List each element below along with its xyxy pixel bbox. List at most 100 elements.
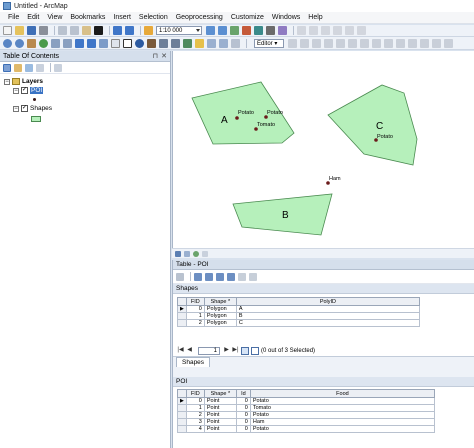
row-selector[interactable] — [177, 312, 187, 320]
table-cell[interactable]: A — [235, 305, 421, 313]
show-selected-records-icon[interactable] — [251, 346, 259, 355]
menu-view[interactable]: View — [43, 14, 66, 21]
table-row[interactable]: 4 Point 0 Potato — [177, 425, 436, 433]
table-cell[interactable]: 0 — [235, 425, 251, 433]
table-cell[interactable]: 2 — [185, 319, 205, 327]
table-row[interactable]: 1 Polygon B — [177, 312, 421, 320]
map-scale-combo[interactable]: 1:10 000 — [156, 26, 202, 35]
list-by-drawing-order-icon[interactable] — [3, 63, 11, 72]
clear-selection-icon[interactable] — [111, 38, 120, 48]
trace-icon[interactable] — [336, 38, 346, 48]
pin-icon[interactable]: ⊓ — [153, 52, 158, 60]
table-cell[interactable]: 0 — [235, 397, 251, 405]
layout-tool-icon[interactable] — [309, 26, 318, 35]
time-slider-icon[interactable] — [219, 38, 228, 48]
shapes-symbol[interactable] — [31, 114, 41, 123]
identify-icon[interactable] — [135, 38, 144, 48]
go-to-xy-icon[interactable] — [171, 38, 180, 48]
layer-name[interactable]: Shapes — [30, 105, 52, 112]
add-data-icon[interactable] — [144, 26, 153, 35]
cut-polygon-icon[interactable] — [384, 38, 394, 48]
editor-toolbar-icon[interactable] — [206, 26, 215, 35]
cut-icon[interactable] — [58, 26, 67, 35]
layout-view-icon[interactable] — [184, 250, 190, 257]
pause-drawing-icon[interactable] — [202, 250, 208, 257]
poi-point[interactable]: Ham — [326, 176, 341, 185]
column-header[interactable]: Id — [235, 389, 251, 398]
first-record-icon[interactable]: |◀ — [177, 347, 184, 354]
undo-icon[interactable] — [113, 26, 122, 35]
current-row-indicator[interactable]: ▶ — [177, 305, 187, 313]
menu-file[interactable]: File — [4, 14, 23, 21]
fixed-zoom-in-icon[interactable] — [51, 38, 60, 48]
menu-geoprocessing[interactable]: Geoprocessing — [172, 14, 227, 21]
menu-windows[interactable]: Windows — [268, 14, 304, 21]
create-viewer-icon[interactable] — [231, 38, 240, 48]
layer-name[interactable]: POI — [30, 87, 44, 94]
table-cell[interactable]: 0 — [185, 397, 205, 405]
table-row[interactable]: 2 Point 0 Potato — [177, 411, 436, 419]
column-header[interactable]: Shape * — [203, 389, 237, 398]
table-row[interactable]: 1 Point 0 Tomato — [177, 404, 436, 412]
paste-icon[interactable] — [82, 26, 91, 35]
table-cell[interactable]: C — [235, 319, 421, 327]
table-cell[interactable]: 3 — [185, 418, 205, 426]
current-row-indicator[interactable]: ▶ — [177, 397, 187, 405]
clear-selection-icon[interactable] — [227, 272, 235, 281]
table-cell[interactable]: Point — [203, 397, 237, 405]
table-cell[interactable]: 1 — [185, 312, 205, 320]
layer-visibility-checkbox[interactable]: ✓ — [21, 105, 28, 112]
table-cell[interactable]: B — [235, 312, 421, 320]
table-cell[interactable]: Point — [203, 425, 237, 433]
table-row[interactable]: 2 Polygon C — [177, 319, 421, 327]
html-popup-icon[interactable] — [207, 38, 216, 48]
polygon-b[interactable]: B — [232, 193, 333, 236]
menu-edit[interactable]: Edit — [23, 14, 43, 21]
table-cell[interactable]: 4 — [185, 425, 205, 433]
straight-segment-icon[interactable] — [312, 38, 322, 48]
menu-selection[interactable]: Selection — [135, 14, 172, 21]
point-tool-icon[interactable] — [348, 38, 358, 48]
layout-tool-icon[interactable] — [333, 26, 342, 35]
list-by-source-icon[interactable] — [14, 63, 22, 72]
menu-bookmarks[interactable]: Bookmarks — [66, 14, 109, 21]
table-cell[interactable]: Potato — [249, 397, 436, 405]
table-cell[interactable]: 0 — [235, 418, 251, 426]
current-record-input[interactable]: 1 — [198, 346, 220, 355]
map-view[interactable]: A C B Potato Potato Tomato Potato Ham — [172, 51, 474, 248]
column-header[interactable]: Food — [249, 389, 436, 398]
table-cell[interactable]: Polygon — [203, 319, 237, 327]
table-cell[interactable]: 0 — [185, 305, 205, 313]
table-row[interactable]: ▶ 0 Polygon A — [177, 305, 421, 313]
previous-record-icon[interactable]: ◀ — [186, 347, 193, 354]
full-extent-icon[interactable] — [39, 38, 48, 48]
row-selector[interactable] — [177, 425, 187, 433]
table-cell[interactable]: Tomato — [249, 404, 436, 412]
table-cell[interactable]: 1 — [185, 404, 205, 412]
open-folder-icon[interactable] — [15, 26, 24, 35]
search-window-icon[interactable] — [242, 26, 251, 35]
find-icon[interactable] — [147, 38, 156, 48]
editor-menu-button[interactable]: Editor ▾ — [254, 38, 285, 48]
close-icon[interactable]: ✕ — [161, 52, 167, 60]
row-selector[interactable] — [177, 411, 187, 419]
select-by-attributes-icon[interactable] — [205, 272, 213, 281]
split-icon[interactable] — [396, 38, 406, 48]
python-window-icon[interactable] — [266, 26, 275, 35]
table-cell[interactable]: Point — [203, 418, 237, 426]
menu-insert[interactable]: Insert — [109, 14, 135, 21]
table-cell[interactable]: Potato — [249, 425, 436, 433]
find-route-icon[interactable] — [159, 38, 168, 48]
edit-annotation-icon[interactable] — [300, 38, 310, 48]
table-cell[interactable]: 0 — [235, 411, 251, 419]
list-by-visibility-icon[interactable] — [25, 63, 33, 72]
row-selector[interactable] — [177, 319, 187, 327]
toc-options-icon[interactable] — [54, 63, 62, 72]
select-elements-arrow-icon[interactable] — [123, 38, 132, 48]
modelbuilder-icon[interactable] — [278, 26, 287, 35]
toc-layer-shapes[interactable]: − ✓ Shapes — [13, 104, 52, 113]
layer-visibility-checkbox[interactable]: ✓ — [21, 87, 28, 94]
layout-tool-icon[interactable] — [345, 26, 354, 35]
data-view-icon[interactable] — [175, 250, 181, 257]
reshape-icon[interactable] — [372, 38, 382, 48]
